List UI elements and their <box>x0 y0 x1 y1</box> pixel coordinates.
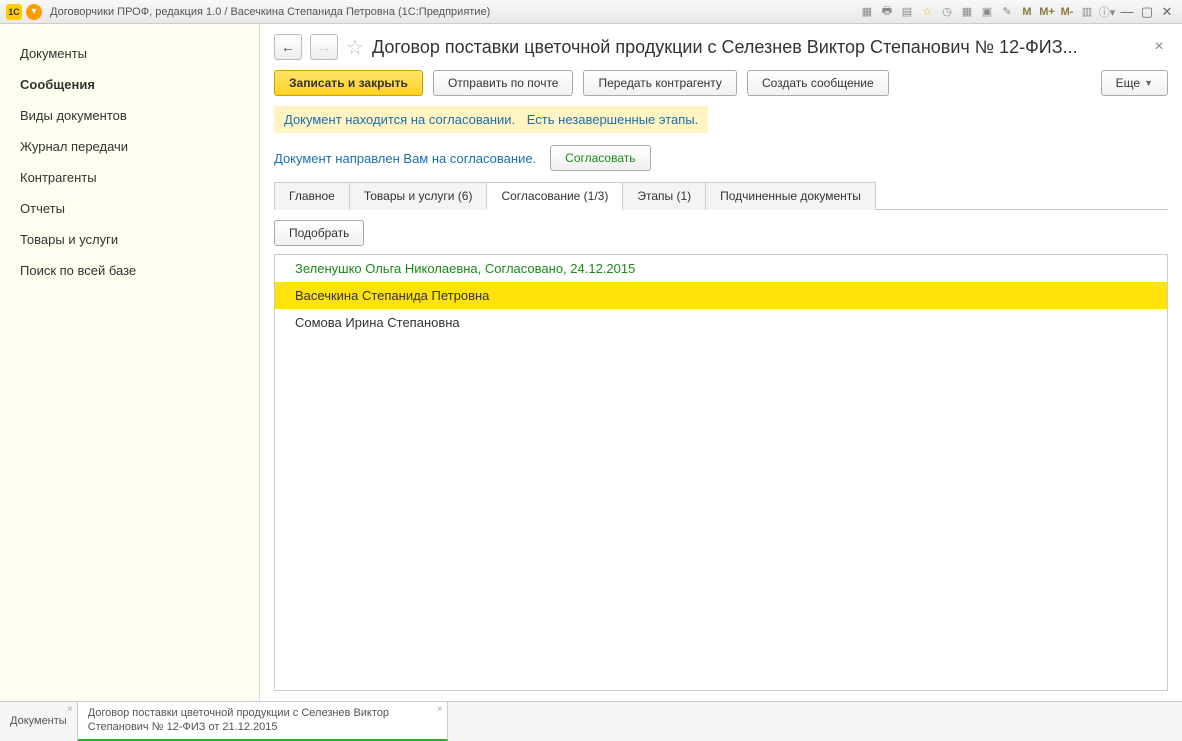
favorite-icon[interactable]: ☆ <box>918 3 936 21</box>
minimize-button[interactable]: — <box>1118 3 1136 21</box>
memory-mplus-button[interactable]: M+ <box>1038 3 1056 21</box>
send-counterparty-button[interactable]: Передать контрагенту <box>583 70 736 96</box>
create-message-button[interactable]: Создать сообщение <box>747 70 889 96</box>
toolbar-icon[interactable]: ▦ <box>858 3 876 21</box>
favorite-star-icon[interactable]: ☆ <box>346 35 364 60</box>
print-icon[interactable]: 🖶 <box>878 3 896 21</box>
tabs: Главное Товары и услуги (6) Согласование… <box>274 181 1168 210</box>
close-icon[interactable]: × <box>67 704 73 715</box>
dropdown-icon[interactable]: ▾ <box>26 4 42 20</box>
content-header: ← → ☆ Договор поставки цветочной продукц… <box>274 34 1168 60</box>
sidebar: Документы Сообщения Виды документов Журн… <box>0 24 260 701</box>
status-container: Документ находится на согласовании. Есть… <box>274 106 1168 139</box>
window-tab-contract[interactable]: Договор поставки цветочной продукции с С… <box>78 702 448 741</box>
doc-icon[interactable]: ▤ <box>898 3 916 21</box>
sidebar-item-search-all[interactable]: Поиск по всей базе <box>0 255 259 286</box>
window-tab-label: Документы <box>10 715 67 729</box>
sidebar-item-documents[interactable]: Документы <box>0 38 259 69</box>
close-icon[interactable]: × <box>437 704 443 715</box>
sidebar-item-goods[interactable]: Товары и услуги <box>0 224 259 255</box>
panels-icon[interactable]: ▥ <box>1078 3 1096 21</box>
window-title: Договорчики ПРОФ, редакция 1.0 / Васечки… <box>50 6 854 18</box>
tab-toolbar: Подобрать <box>274 220 1168 246</box>
approve-button[interactable]: Согласовать <box>550 145 650 171</box>
tab-goods[interactable]: Товары и услуги (6) <box>349 182 488 210</box>
titlebar-actions: ▦ 🖶 ▤ ☆ ◷ ▦ ▣ ✎ M M+ M- ▥ ⓘ▾ — ▢ ✕ <box>858 3 1176 21</box>
nav-forward-button[interactable]: → <box>310 34 338 60</box>
more-label: Еще <box>1116 76 1140 90</box>
memory-m-button[interactable]: M <box>1018 3 1036 21</box>
nav-back-button[interactable]: ← <box>274 34 302 60</box>
sidebar-item-transfer-log[interactable]: Журнал передачи <box>0 131 259 162</box>
tab-stages[interactable]: Этапы (1) <box>622 182 706 210</box>
chevron-down-icon: ▼ <box>1144 78 1153 88</box>
app-titlebar: 1C ▾ Договорчики ПРОФ, редакция 1.0 / Ва… <box>0 0 1182 24</box>
sidebar-item-doc-types[interactable]: Виды документов <box>0 100 259 131</box>
info-icon[interactable]: ⓘ▾ <box>1098 3 1116 21</box>
more-button[interactable]: Еще ▼ <box>1101 70 1168 96</box>
close-document-button[interactable]: × <box>1150 38 1168 56</box>
calendar-icon[interactable]: ▣ <box>978 3 996 21</box>
save-close-button[interactable]: Записать и закрыть <box>274 70 423 96</box>
tab-main[interactable]: Главное <box>274 182 350 210</box>
approval-message: Документ направлен Вам на согласование. <box>274 151 536 166</box>
status-message: Документ находится на согласовании. Есть… <box>274 106 708 133</box>
select-button[interactable]: Подобрать <box>274 220 364 246</box>
send-mail-button[interactable]: Отправить по почте <box>433 70 574 96</box>
calculator-icon[interactable]: ▦ <box>958 3 976 21</box>
window-tab-documents[interactable]: Документы × <box>0 702 78 741</box>
document-toolbar: Записать и закрыть Отправить по почте Пе… <box>274 70 1168 96</box>
sidebar-item-counterparties[interactable]: Контрагенты <box>0 162 259 193</box>
app-logo-icon: 1C <box>6 4 22 20</box>
main-area: Документы Сообщения Виды документов Журн… <box>0 24 1182 701</box>
window-tabs: Документы × Договор поставки цветочной п… <box>0 701 1182 741</box>
grid-row[interactable]: Зеленушко Ольга Николаевна, Согласовано,… <box>275 255 1167 282</box>
sidebar-item-messages[interactable]: Сообщения <box>0 69 259 100</box>
history-icon[interactable]: ◷ <box>938 3 956 21</box>
grid-row[interactable]: Сомова Ирина Степановна <box>275 309 1167 336</box>
sidebar-item-reports[interactable]: Отчеты <box>0 193 259 224</box>
content-area: ← → ☆ Договор поставки цветочной продукц… <box>260 24 1182 701</box>
maximize-button[interactable]: ▢ <box>1138 3 1156 21</box>
close-button[interactable]: ✕ <box>1158 3 1176 21</box>
window-tab-label: Договор поставки цветочной продукции с С… <box>88 707 437 735</box>
tab-subdocs[interactable]: Подчиненные документы <box>705 182 876 210</box>
status-text-1: Документ находится на согласовании. <box>284 112 515 127</box>
document-title: Договор поставки цветочной продукции с С… <box>372 37 1142 58</box>
approval-grid[interactable]: Зеленушко Ольга Николаевна, Согласовано,… <box>274 254 1168 691</box>
approval-row: Документ направлен Вам на согласование. … <box>274 139 1168 181</box>
tool-icon[interactable]: ✎ <box>998 3 1016 21</box>
status-text-2: Есть незавершенные этапы. <box>527 112 698 127</box>
tab-approval[interactable]: Согласование (1/3) <box>486 182 623 210</box>
grid-row[interactable]: Васечкина Степанида Петровна <box>275 282 1167 309</box>
memory-mminus-button[interactable]: M- <box>1058 3 1076 21</box>
